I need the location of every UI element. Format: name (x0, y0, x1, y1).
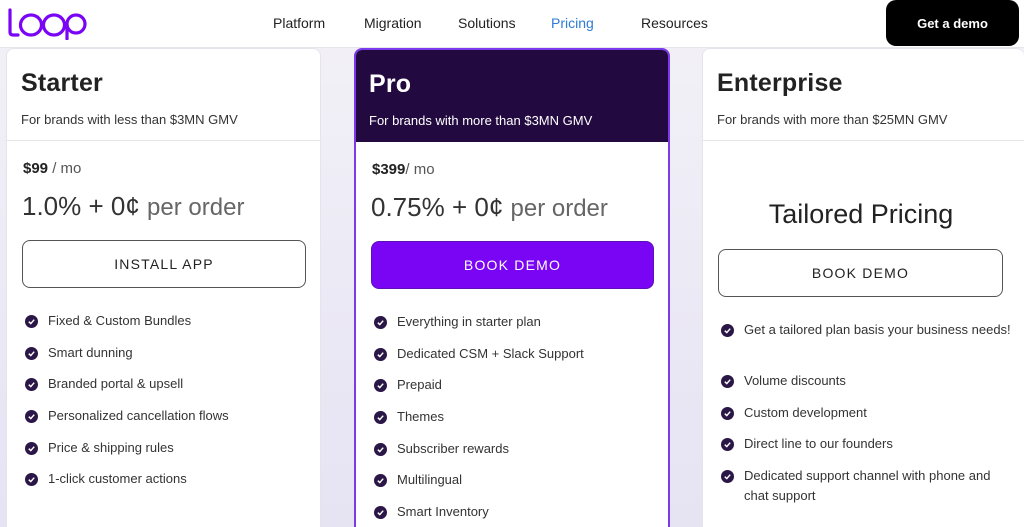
feature-label: Subscriber rewards (397, 440, 509, 456)
plan-subtitle: For brands with more than $25MN GMV (717, 112, 948, 127)
install-app-button[interactable]: INSTALL APP (22, 240, 306, 288)
rate-suffix: per order (510, 195, 608, 222)
rate-main: 0.75% + 0¢ (371, 192, 504, 222)
plan-rate: 1.0% + 0¢ per order (22, 191, 244, 222)
list-item: Direct line to our founders (721, 436, 1011, 469)
feature-label: Direct line to our founders (744, 436, 893, 452)
list-item: Prepaid (374, 377, 584, 410)
plan-header: Enterprise For brands with more than $25… (703, 49, 1024, 141)
check-circle-icon (374, 379, 387, 393)
plan-price: $99 / mo (23, 160, 81, 177)
plan-subtitle: For brands with less than $3MN GMV (21, 112, 238, 127)
feature-label: Custom development (744, 404, 867, 420)
check-circle-icon (25, 378, 38, 392)
nav-migration[interactable]: Migration (364, 15, 422, 31)
check-circle-icon (374, 442, 387, 456)
nav-solutions[interactable]: Solutions (458, 15, 516, 31)
plan-name: Pro (369, 70, 412, 98)
check-circle-icon (25, 346, 38, 360)
price-unit: / mo (48, 160, 82, 177)
price-amount: $99 (23, 160, 49, 177)
nav-resources[interactable]: Resources (641, 15, 708, 31)
check-circle-icon (25, 441, 38, 455)
feature-label: Branded portal & upsell (48, 376, 184, 392)
check-circle-icon (374, 347, 387, 361)
check-circle-icon (721, 324, 734, 337)
book-demo-button[interactable]: BOOK DEMO (371, 241, 654, 289)
list-item: Multilingual (374, 472, 584, 505)
top-navigation-bar: Platform Migration Solutions Pricing Res… (0, 0, 1024, 48)
plan-header: Starter For brands with less than $3MN G… (7, 49, 320, 141)
plan-card-enterprise: Enterprise For brands with more than $25… (702, 48, 1024, 527)
list-item: Price & shipping rules (25, 439, 229, 473)
list-item: Fixed & Custom Bundles (25, 313, 229, 346)
plan-card-starter: Starter For brands with less than $3MN G… (6, 48, 321, 527)
check-circle-icon (374, 411, 387, 425)
feature-label: Dedicated support channel with phone and… (744, 468, 991, 503)
check-circle-icon (374, 316, 387, 329)
nav-platform[interactable]: Platform (273, 15, 325, 31)
feature-list: Fixed & Custom Bundles Smart dunning Bra… (25, 313, 229, 504)
nav-pricing[interactable]: Pricing (551, 15, 594, 31)
feature-label: Volume discounts (744, 373, 846, 388)
check-circle-icon (721, 470, 734, 484)
feature-label: Dedicated CSM + Slack Support (397, 345, 584, 361)
list-item: Branded portal & upsell (25, 376, 229, 409)
rate-suffix: per order (147, 194, 245, 221)
feature-list: Everything in starter plan Dedicated CSM… (374, 314, 584, 527)
list-item: Custom development (721, 404, 1011, 438)
feature-label: 1-click customer actions (48, 471, 187, 487)
feature-label: Get a tailored plan basis your business … (744, 322, 1011, 337)
feature-label: Everything in starter plan (397, 314, 541, 329)
list-item: Dedicated support channel with phone and… (721, 468, 1011, 520)
check-circle-icon (25, 410, 38, 424)
loop-logo[interactable] (4, 6, 88, 40)
plan-card-pro: Pro For brands with more than $3MN GMV $… (354, 48, 670, 527)
list-item: Smart Inventory (374, 504, 584, 527)
feature-label: Smart dunning (48, 344, 133, 360)
feature-label: Fixed & Custom Bundles (48, 313, 192, 328)
feature-label: Price & shipping rules (48, 439, 174, 455)
list-item: Everything in starter plan (374, 314, 584, 347)
feature-label: Multilingual (397, 472, 463, 488)
rate-main: 1.0% + 0¢ (22, 191, 140, 221)
list-item: Subscriber rewards (374, 440, 584, 474)
feature-label: Prepaid (397, 377, 442, 393)
book-demo-button[interactable]: BOOK DEMO (718, 249, 1003, 297)
list-item: Get a tailored plan basis your business … (721, 322, 1011, 374)
feature-label: Themes (397, 409, 444, 425)
check-circle-icon (721, 375, 734, 388)
list-item: 1-click customer actions (25, 471, 229, 504)
check-circle-icon (25, 315, 38, 328)
list-item: Themes (374, 409, 584, 442)
plan-header: Pro For brands with more than $3MN GMV (356, 50, 668, 142)
feature-list: Get a tailored plan basis your business … (721, 322, 1011, 520)
plan-subtitle: For brands with more than $3MN GMV (369, 113, 593, 128)
plan-rate: 0.75% + 0¢ per order (371, 192, 608, 223)
get-a-demo-button[interactable]: Get a demo (886, 0, 1019, 46)
list-item: Smart dunning (25, 344, 229, 378)
check-circle-icon (721, 438, 734, 452)
price-unit: / mo (405, 161, 435, 178)
plan-name: Starter (21, 69, 103, 97)
feature-label: Personalized cancellation flows (48, 408, 229, 424)
tailored-pricing-label: Tailored Pricing (768, 199, 954, 229)
plan-name: Enterprise (717, 69, 843, 97)
price-amount: $399 (372, 161, 406, 178)
feature-label: Smart Inventory (397, 504, 489, 520)
check-circle-icon (374, 506, 387, 520)
list-item: Personalized cancellation flows (25, 408, 229, 441)
check-circle-icon (721, 406, 734, 420)
list-item: Dedicated CSM + Slack Support (374, 345, 584, 379)
check-circle-icon (25, 473, 38, 487)
check-circle-icon (374, 474, 387, 488)
plan-price: $399/ mo (372, 161, 435, 178)
list-item: Volume discounts (721, 373, 1011, 406)
